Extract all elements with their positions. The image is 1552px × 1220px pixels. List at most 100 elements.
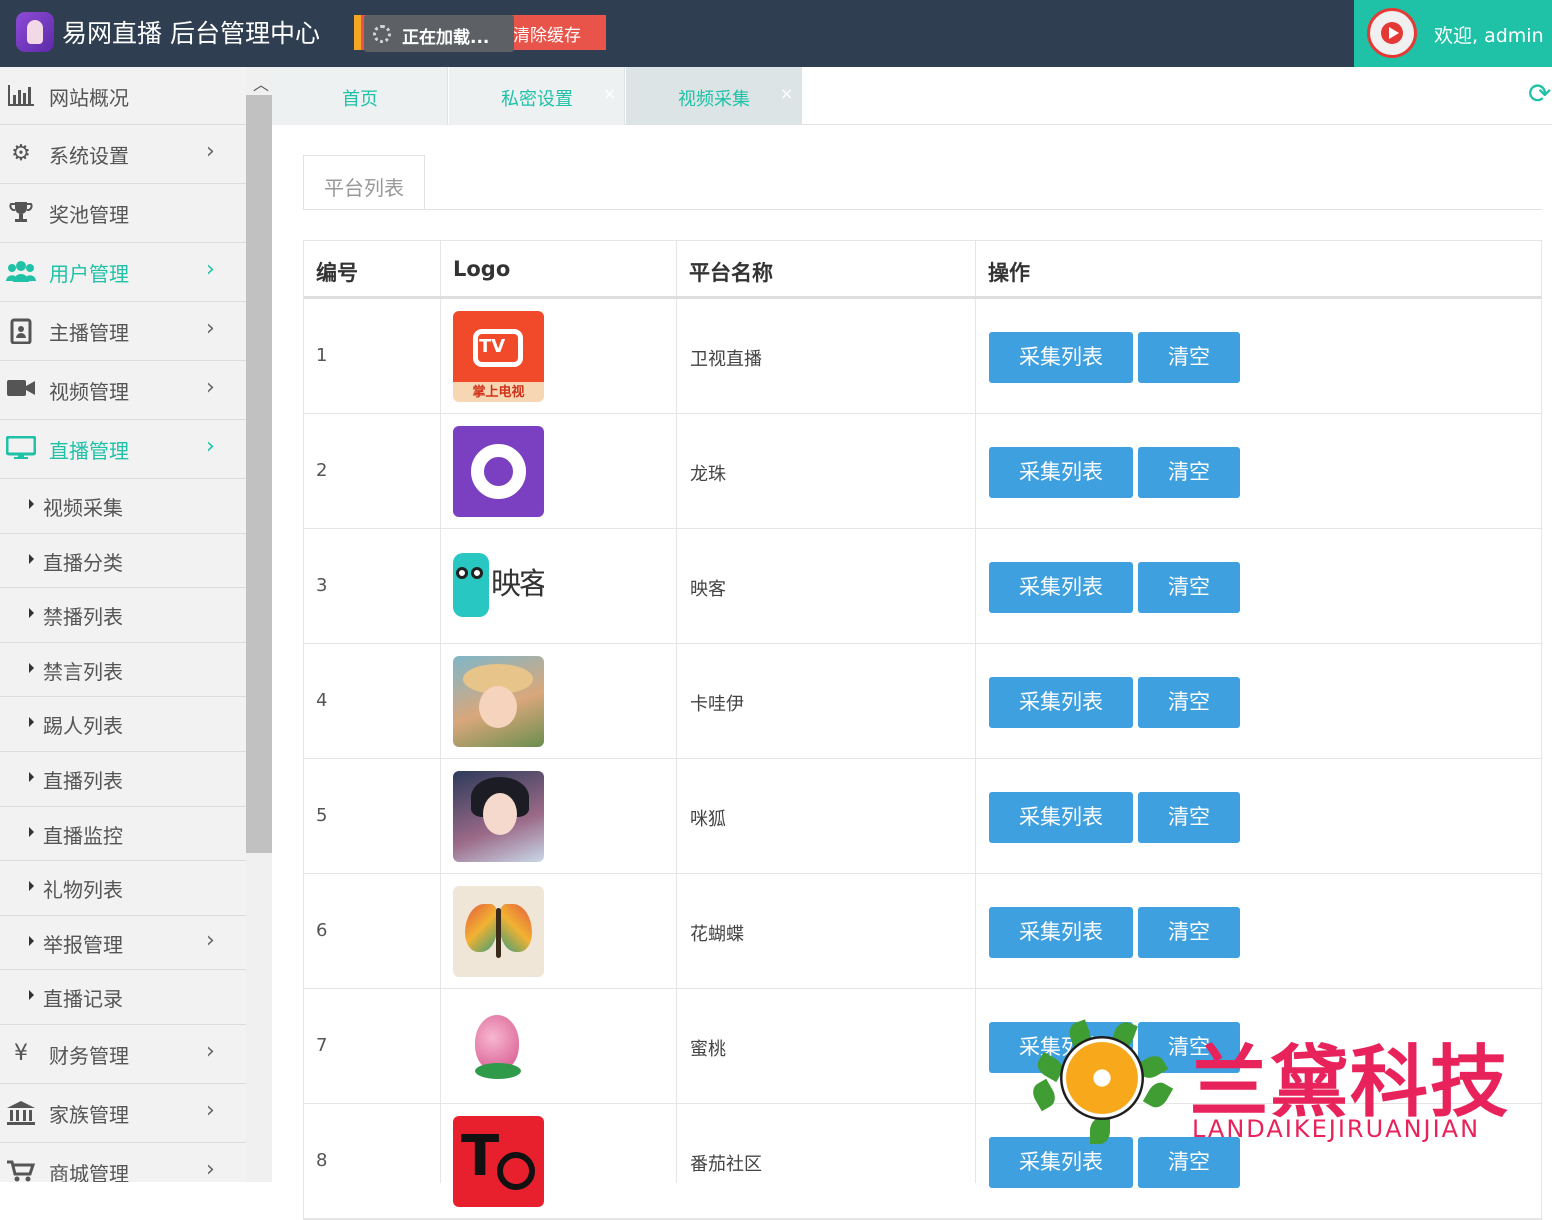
yen-icon: ¥	[14, 1040, 28, 1066]
id-badge-icon	[6, 318, 36, 345]
sidebar-item-label: 系统设置	[49, 144, 129, 168]
close-icon[interactable]: ×	[603, 84, 616, 103]
bar-chart-icon	[6, 83, 36, 109]
sidebar-item-label: 用户管理	[49, 262, 129, 286]
divider	[303, 209, 1542, 210]
chevron-right-icon: ›	[206, 1038, 215, 1064]
yingke-logo-icon: 映客	[453, 541, 544, 632]
bank-icon	[6, 1100, 36, 1126]
sidebar-subitem-gift-list[interactable]: 礼物列表	[0, 861, 246, 916]
collect-list-button[interactable]: 采集列表	[989, 1137, 1133, 1188]
cell-platform-name: 花蝴蝶	[690, 924, 744, 945]
tab-platform-list[interactable]: 平台列表	[303, 155, 425, 210]
collect-list-button[interactable]: 采集列表	[989, 332, 1133, 383]
chevron-right-icon: ›	[206, 139, 215, 164]
close-icon[interactable]: ×	[780, 84, 793, 103]
tab-private-settings[interactable]: 私密设置 ×	[449, 67, 625, 125]
sidebar-subitem-kick-list[interactable]: 踢人列表	[0, 697, 246, 752]
tab-label: 私密设置	[501, 89, 573, 110]
sidebar-item-overview[interactable]: 网站概况	[0, 67, 246, 125]
clear-button[interactable]: 清空	[1138, 677, 1240, 728]
app-logo-icon	[16, 12, 54, 52]
sidebar-subitem-label: 禁播列表	[43, 605, 123, 630]
sidebar-subitem-report[interactable]: 举报管理 ›	[0, 915, 246, 971]
sidebar-item-live[interactable]: 直播管理 ›	[0, 420, 246, 479]
tab-label: 平台列表	[324, 176, 404, 200]
clear-button[interactable]: 清空	[1138, 332, 1240, 383]
collect-list-button[interactable]: 采集列表	[989, 562, 1133, 613]
column-header-name: 平台名称	[689, 261, 773, 285]
clear-button[interactable]: 清空	[1138, 1137, 1240, 1188]
sidebar-item-anchors[interactable]: 主播管理 ›	[0, 302, 246, 361]
welcome-text[interactable]: 欢迎, admin	[1434, 21, 1544, 48]
cell-platform-name: 映客	[690, 579, 726, 600]
sidebar-menu: 网站概况 ⚙ 系统设置 › 奖池管理 用户管理 › 主播管理 › 视频管理 › …	[0, 67, 246, 1182]
sidebar-subitem-label: 直播记录	[43, 987, 123, 1012]
sidebar-item-users[interactable]: 用户管理 ›	[0, 243, 246, 302]
kawayi-logo-icon	[453, 656, 544, 747]
gears-icon: ⚙	[11, 141, 31, 166]
sidebar-subitem-ban-live[interactable]: 禁播列表	[0, 588, 246, 643]
sidebar-item-shop[interactable]: 商城管理 ›	[0, 1143, 246, 1182]
user-menu[interactable]: 欢迎, admin	[1354, 0, 1552, 67]
scrollbar-thumb[interactable]	[246, 95, 272, 853]
cell-platform-name: 番茄社区	[690, 1154, 762, 1175]
table-row: 5 咪狐 采集列表 清空	[304, 759, 1541, 874]
longzhu-logo-icon	[453, 426, 544, 517]
chevron-right-icon: ›	[206, 1156, 215, 1182]
chevron-right-icon: ›	[206, 434, 215, 459]
watermark-subtitle: LANDAIKEJIRUANJIAN	[1192, 1115, 1481, 1143]
cell-no: 5	[316, 805, 328, 826]
sidebar-subitem-live-record[interactable]: 直播记录	[0, 970, 246, 1025]
avatar[interactable]	[1367, 8, 1417, 58]
clear-button[interactable]: 清空	[1138, 792, 1240, 843]
clear-button[interactable]: 清空	[1138, 447, 1240, 498]
sidebar-item-finance[interactable]: ¥ 财务管理 ›	[0, 1025, 246, 1084]
collect-list-button[interactable]: 采集列表	[989, 792, 1133, 843]
sidebar-subitem-live-list[interactable]: 直播列表	[0, 751, 246, 807]
sidebar-scrollbar[interactable]: ︿	[246, 67, 272, 1182]
leaf-shape	[1142, 1078, 1174, 1112]
owl-eye-shape	[456, 567, 468, 579]
tab-home[interactable]: 首页	[272, 67, 448, 125]
sidebar-item-videos[interactable]: 视频管理 ›	[0, 361, 246, 420]
tab-video-collect[interactable]: 视频采集 ×	[626, 67, 802, 125]
collect-list-button[interactable]: 采集列表	[989, 447, 1133, 498]
collect-list-button[interactable]: 采集列表	[989, 677, 1133, 728]
watermark-emblem-icon	[1028, 1019, 1174, 1144]
loading-label: 正在加载...	[402, 28, 490, 48]
sidebar-subitem-live-monitor[interactable]: 直播监控	[0, 806, 246, 862]
clear-button[interactable]: 清空	[1138, 907, 1240, 958]
sidebar-subitem-label: 踢人列表	[43, 714, 123, 739]
table-row: 4 卡哇伊 采集列表 清空	[304, 644, 1541, 759]
owl-eye-shape	[471, 567, 483, 579]
sidebar-item-label: 视频管理	[49, 380, 129, 404]
sidebar-item-family[interactable]: 家族管理 ›	[0, 1084, 246, 1143]
sidebar-subitem-video-collect[interactable]: 视频采集	[0, 479, 246, 534]
sidebar-subitem-live-category[interactable]: 直播分类	[0, 533, 246, 589]
chevron-right-icon: ›	[206, 1097, 215, 1123]
caret-right-icon	[29, 826, 34, 837]
cell-no: 2	[316, 460, 328, 481]
video-camera-icon	[6, 377, 36, 403]
face-shape	[479, 686, 517, 728]
chevron-up-icon[interactable]: ︿	[253, 71, 269, 95]
caret-right-icon	[29, 499, 34, 509]
sidebar-item-prize-pool[interactable]: 奖池管理	[0, 184, 246, 243]
sidebar-item-system-settings[interactable]: ⚙ 系统设置 ›	[0, 125, 246, 184]
sidebar-subitem-mute-list[interactable]: 禁言列表	[0, 642, 246, 698]
caret-right-icon	[29, 553, 34, 564]
sidebar-subitem-label: 举报管理	[43, 932, 123, 957]
refresh-icon[interactable]: ⟳	[1528, 77, 1551, 110]
collect-list-button[interactable]: 采集列表	[989, 907, 1133, 958]
clear-button[interactable]: 清空	[1138, 562, 1240, 613]
sidebar-subitem-label: 直播列表	[43, 768, 123, 793]
column-header-no: 编号	[316, 261, 358, 285]
chevron-right-icon: ›	[206, 257, 215, 282]
caret-right-icon	[29, 717, 34, 728]
table-row: 6 花蝴蝶 采集列表 清空	[304, 874, 1541, 989]
leaf-shape	[1028, 1078, 1060, 1112]
sidebar: 网站概况 ⚙ 系统设置 › 奖池管理 用户管理 › 主播管理 › 视频管理 › …	[0, 67, 272, 1182]
caret-right-icon	[29, 881, 34, 892]
table-header: 编号 Logo 平台名称 操作	[304, 241, 1541, 299]
